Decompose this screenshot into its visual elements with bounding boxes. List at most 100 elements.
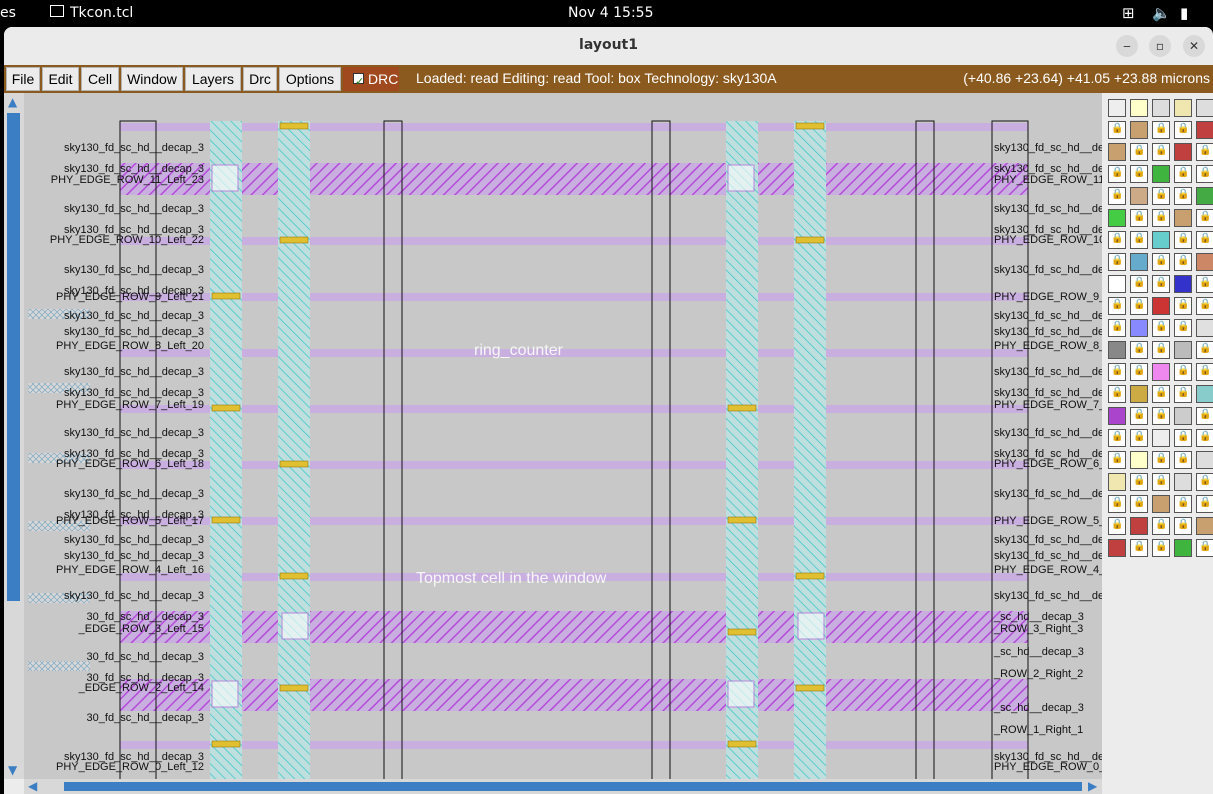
layer-swatch[interactable] — [1130, 341, 1148, 359]
close-button[interactable]: ✕ — [1183, 35, 1205, 57]
minimize-button[interactable]: ‒ — [1116, 35, 1138, 57]
layer-swatch[interactable] — [1152, 143, 1170, 161]
layer-swatch[interactable] — [1152, 341, 1170, 359]
layer-swatch[interactable] — [1152, 539, 1170, 557]
layer-swatch[interactable] — [1152, 121, 1170, 139]
layer-swatch[interactable] — [1196, 99, 1213, 117]
layer-swatch[interactable] — [1108, 143, 1126, 161]
layer-swatch[interactable] — [1130, 165, 1148, 183]
layer-swatch[interactable] — [1174, 495, 1192, 513]
layer-swatch[interactable] — [1196, 165, 1213, 183]
clock[interactable]: Nov 4 15:55 — [568, 5, 653, 21]
layer-swatch[interactable] — [1152, 297, 1170, 315]
layer-swatch[interactable] — [1108, 407, 1126, 425]
layer-swatch[interactable] — [1174, 143, 1192, 161]
layer-swatch[interactable] — [1108, 297, 1126, 315]
layer-swatch[interactable] — [1152, 451, 1170, 469]
layer-swatch[interactable] — [1130, 297, 1148, 315]
layer-swatch[interactable] — [1174, 539, 1192, 557]
layer-swatch[interactable] — [1108, 429, 1126, 447]
layer-swatch[interactable] — [1174, 319, 1192, 337]
layer-swatch[interactable] — [1108, 451, 1126, 469]
layer-swatch[interactable] — [1174, 451, 1192, 469]
layer-swatch[interactable] — [1174, 363, 1192, 381]
layer-swatch[interactable] — [1130, 407, 1148, 425]
layer-swatch[interactable] — [1196, 363, 1213, 381]
layer-swatch[interactable] — [1130, 209, 1148, 227]
menu-layers[interactable]: Layers — [185, 67, 241, 91]
horizontal-scroll-thumb[interactable] — [64, 782, 1082, 791]
layer-swatch[interactable] — [1196, 231, 1213, 249]
layer-swatch[interactable] — [1108, 231, 1126, 249]
menu-window[interactable]: Window — [121, 67, 183, 91]
layer-swatch[interactable] — [1108, 99, 1126, 117]
layer-swatch[interactable] — [1174, 165, 1192, 183]
layer-swatch[interactable] — [1196, 209, 1213, 227]
layer-swatch[interactable] — [1174, 121, 1192, 139]
layer-swatch[interactable] — [1130, 385, 1148, 403]
layer-swatch[interactable] — [1196, 121, 1213, 139]
layer-swatch[interactable] — [1174, 473, 1192, 491]
layer-swatch[interactable] — [1174, 429, 1192, 447]
app-menu[interactable]: Tkcon.tcl — [50, 5, 133, 21]
layer-swatch[interactable] — [1196, 451, 1213, 469]
layer-swatch[interactable] — [1152, 363, 1170, 381]
layer-swatch[interactable] — [1152, 253, 1170, 271]
layer-swatch[interactable] — [1152, 209, 1170, 227]
vertical-scroll-thumb[interactable] — [7, 113, 20, 601]
layer-swatch[interactable] — [1196, 517, 1213, 535]
layer-swatch[interactable] — [1152, 473, 1170, 491]
scroll-left-arrow-icon[interactable]: ◀ — [28, 779, 37, 793]
menu-cell[interactable]: Cell — [81, 67, 119, 91]
layer-swatch[interactable] — [1108, 253, 1126, 271]
layer-swatch[interactable] — [1130, 495, 1148, 513]
drc-checkbox[interactable]: ✓ — [353, 73, 364, 88]
menu-options[interactable]: Options — [279, 67, 341, 91]
layer-swatch[interactable] — [1130, 473, 1148, 491]
horizontal-scrollbar[interactable]: ◀ ▶ — [24, 779, 1102, 794]
layer-swatch[interactable] — [1152, 187, 1170, 205]
layer-swatch[interactable] — [1174, 297, 1192, 315]
layer-swatch[interactable] — [1152, 275, 1170, 293]
layer-swatch[interactable] — [1174, 99, 1192, 117]
layer-swatch[interactable] — [1130, 363, 1148, 381]
layer-swatch[interactable] — [1130, 99, 1148, 117]
layer-swatch[interactable] — [1196, 297, 1213, 315]
layer-swatch[interactable] — [1108, 495, 1126, 513]
layer-swatch[interactable] — [1196, 385, 1213, 403]
layer-swatch[interactable] — [1130, 187, 1148, 205]
layer-swatch[interactable] — [1108, 385, 1126, 403]
layer-swatch[interactable] — [1108, 363, 1126, 381]
layer-swatch[interactable] — [1196, 539, 1213, 557]
layer-swatch[interactable] — [1174, 209, 1192, 227]
maximize-button[interactable]: ▫ — [1149, 35, 1171, 57]
layer-swatch[interactable] — [1196, 143, 1213, 161]
activities-fragment[interactable]: es — [0, 5, 16, 21]
layer-swatch[interactable] — [1196, 407, 1213, 425]
menu-file[interactable]: File — [6, 67, 40, 91]
layer-swatch[interactable] — [1108, 319, 1126, 337]
layer-swatch[interactable] — [1108, 341, 1126, 359]
layer-swatch[interactable] — [1174, 275, 1192, 293]
layer-swatch[interactable] — [1130, 517, 1148, 535]
layer-swatch[interactable] — [1108, 187, 1126, 205]
layer-swatch[interactable] — [1152, 165, 1170, 183]
scroll-right-arrow-icon[interactable]: ▶ — [1088, 779, 1097, 793]
layer-swatch[interactable] — [1152, 231, 1170, 249]
menu-edit[interactable]: Edit — [42, 67, 79, 91]
layer-swatch[interactable] — [1196, 187, 1213, 205]
window-titlebar[interactable]: layout1 ‒ ▫ ✕ — [4, 27, 1213, 66]
layer-swatch[interactable] — [1130, 319, 1148, 337]
layer-swatch[interactable] — [1152, 407, 1170, 425]
layer-swatch[interactable] — [1152, 385, 1170, 403]
layer-swatch[interactable] — [1152, 517, 1170, 535]
layer-swatch[interactable] — [1174, 187, 1192, 205]
layer-swatch[interactable] — [1108, 209, 1126, 227]
layer-swatch[interactable] — [1174, 385, 1192, 403]
layer-swatch[interactable] — [1108, 121, 1126, 139]
menu-drc[interactable]: Drc — [243, 67, 277, 91]
layer-swatch[interactable] — [1174, 407, 1192, 425]
layer-swatch[interactable] — [1174, 517, 1192, 535]
layer-swatch[interactable] — [1152, 319, 1170, 337]
layer-swatch[interactable] — [1108, 275, 1126, 293]
